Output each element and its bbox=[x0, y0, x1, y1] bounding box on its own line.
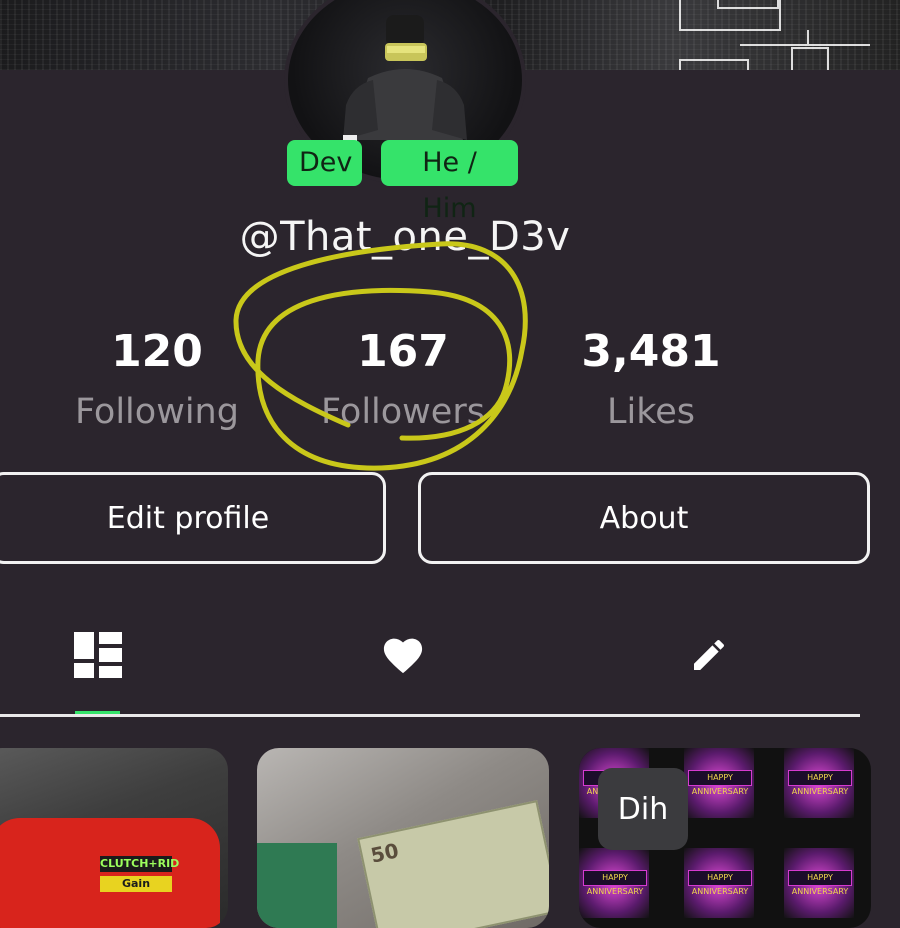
tab-posts[interactable] bbox=[73, 630, 123, 680]
post-image-jacket: CLUTCH+RID Gain bbox=[0, 818, 220, 928]
stat-likes[interactable]: 3,481 Likes bbox=[526, 322, 776, 442]
stat-likes-label: Likes bbox=[606, 392, 695, 432]
post-thumbnail[interactable]: CLUTCH+RID Gain bbox=[0, 748, 228, 928]
post-image-tile: HAPPY ANNIVERSARY bbox=[684, 848, 754, 918]
badge-pronouns: He / Him bbox=[381, 140, 518, 224]
stat-followers[interactable]: 167 Followers bbox=[278, 322, 528, 442]
tab-edits[interactable] bbox=[684, 630, 734, 680]
about-button[interactable]: About bbox=[418, 472, 870, 564]
stat-following-label: Following bbox=[75, 392, 239, 432]
post-caption-overlay: Dih bbox=[598, 768, 688, 850]
heart-icon bbox=[383, 638, 423, 674]
grid-icon bbox=[74, 632, 122, 678]
jacket-logo: Gain bbox=[100, 876, 172, 892]
pencil-icon bbox=[694, 639, 725, 670]
post-image-tile: HAPPY ANNIVERSARY bbox=[784, 748, 854, 818]
post-image-money: 50 bbox=[357, 800, 549, 928]
username: @That_one_D3v bbox=[239, 214, 571, 260]
tab-divider bbox=[0, 714, 860, 717]
post-image-tile: HAPPY ANNIVERSARY bbox=[579, 848, 649, 918]
tab-likes[interactable] bbox=[378, 630, 428, 680]
stat-following-count: 120 bbox=[111, 326, 203, 377]
badge-dev: Dev bbox=[287, 140, 362, 186]
stat-likes-count: 3,481 bbox=[581, 326, 721, 377]
post-image-tile: HAPPY ANNIVERSARY bbox=[784, 848, 854, 918]
post-thumbnail[interactable]: 50 bbox=[257, 748, 549, 928]
stat-followers-label: Followers bbox=[321, 392, 485, 432]
jacket-logo: CLUTCH+RID bbox=[100, 856, 180, 872]
post-image-tile: HAPPY ANNIVERSARY bbox=[684, 748, 754, 818]
stat-following[interactable]: 120 Following bbox=[32, 322, 282, 442]
post-image-card bbox=[257, 843, 337, 928]
money-denomination: 50 bbox=[368, 838, 401, 868]
edit-profile-button[interactable]: Edit profile bbox=[0, 472, 386, 564]
stat-followers-count: 167 bbox=[357, 326, 449, 377]
